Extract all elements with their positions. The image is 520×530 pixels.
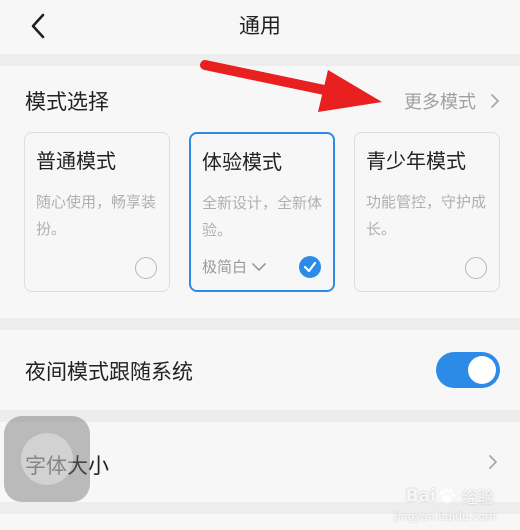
radio-button-checked[interactable]: [299, 256, 321, 278]
mode-card-description: 随心使用，畅享装扮。: [36, 193, 157, 238]
mode-card-title: 青少年模式: [366, 149, 466, 173]
mode-card-description: 功能管控，守护成长。: [366, 193, 487, 238]
chevron-down-icon: [252, 262, 266, 271]
baidu-watermark: Bai 经验: [406, 484, 494, 508]
chevron-right-icon: [489, 455, 497, 469]
watermark-brand-left: Bai: [405, 486, 436, 506]
more-modes-label: 更多模式: [404, 92, 476, 113]
watermark-url: jingyan.baidu.com: [394, 510, 496, 523]
theme-dropdown-label: 极简白: [202, 258, 248, 276]
mode-card-experience[interactable]: 体验模式 全新设计，全新体验。 极简白: [189, 132, 335, 292]
night-mode-label: 夜间模式跟随系统: [25, 360, 193, 384]
checkmark-icon: [303, 261, 317, 273]
paw-icon: [439, 488, 455, 503]
mode-selection-section: 模式选择 更多模式 普通模式 随心使用，畅享装扮。 体验模式 全新设计，全新体验…: [0, 66, 520, 318]
more-modes-link[interactable]: 更多模式: [404, 88, 500, 114]
chevron-right-icon: [491, 94, 499, 108]
mode-card-youth[interactable]: 青少年模式 功能管控，守护成长。: [354, 132, 500, 292]
assistive-touch-inner: [21, 433, 73, 485]
mode-card-description: 全新设计，全新体验。: [202, 194, 323, 239]
watermark-brand-right: 经验: [461, 488, 494, 507]
toggle-knob: [468, 356, 496, 384]
night-mode-toggle[interactable]: [436, 352, 500, 388]
mode-card-normal[interactable]: 普通模式 随心使用，畅享装扮。: [24, 132, 170, 292]
theme-dropdown[interactable]: 极简白: [202, 256, 267, 277]
header-bar: 通用: [0, 0, 520, 54]
assistive-touch-button[interactable]: [4, 416, 90, 502]
mode-card-title: 普通模式: [36, 149, 116, 173]
radio-button[interactable]: [465, 257, 487, 279]
radio-button[interactable]: [135, 257, 157, 279]
mode-selection-title: 模式选择: [25, 90, 109, 114]
night-mode-row: 夜间模式跟随系统: [0, 330, 520, 410]
mode-card-title: 体验模式: [202, 150, 282, 174]
page-title: 通用: [239, 14, 281, 38]
